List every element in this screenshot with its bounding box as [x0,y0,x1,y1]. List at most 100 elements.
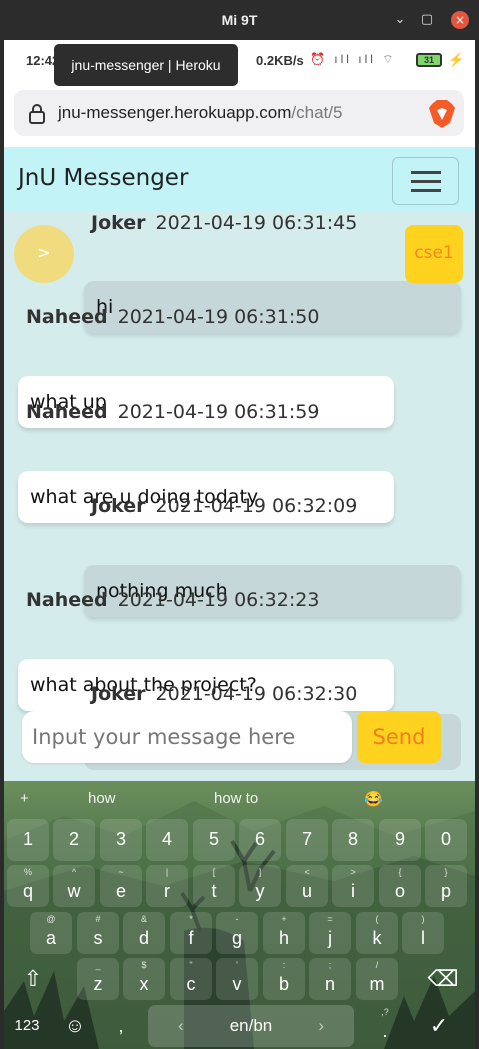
key-p[interactable]: } p [425,865,467,907]
sender-name: Joker [91,212,146,234]
key-label: 3 [115,829,126,849]
avatar[interactable]: > [14,225,74,283]
key-h[interactable]: + h [263,912,305,954]
key-s[interactable]: # s [77,912,119,954]
key-l[interactable]: ) l [402,912,444,954]
key-hint: / [375,960,379,970]
suggestion-word[interactable]: how [88,790,116,807]
key-r[interactable]: | r [146,865,188,907]
key-label: e [115,881,126,901]
group-badge[interactable]: cse1 [405,225,463,283]
key-hint: ,? [381,1007,389,1017]
backspace-key[interactable]: ⌫ [422,958,464,1000]
brave-lion-icon[interactable] [428,99,456,129]
key-label: f [188,928,194,948]
key-e[interactable]: ~ e [100,865,142,907]
navbar: JnU Messenger [4,147,475,211]
key-hint: ; [328,960,332,970]
key-hint: > [350,867,356,877]
suggestion-word[interactable]: how to [214,790,258,807]
key-label: u [301,881,312,901]
key-m[interactable]: / m [356,958,398,1000]
comma-key[interactable]: , [100,1005,142,1047]
chevron-right-icon: › [318,1016,324,1035]
key-6[interactable]: 6 [239,819,281,861]
key-k[interactable]: (k [356,912,398,954]
key-label: z [93,974,103,994]
key-9[interactable]: 9 [379,819,421,861]
close-button[interactable]: × [451,11,469,29]
key-label: v [232,974,242,994]
period-key[interactable]: ,?. [364,1005,406,1047]
key-w[interactable]: ^ w [53,865,95,907]
key-u[interactable]: < u [286,865,328,907]
key-x[interactable]: $ x [123,958,165,1000]
key-b[interactable]: :b [263,958,305,1000]
key-hint: & [140,914,147,924]
key-5[interactable]: 5 [193,819,235,861]
address-bar[interactable]: jnu-messenger.herokuapp.com/chat/5 [14,90,464,136]
key-label: . [382,1021,388,1041]
key-c[interactable]: " c [170,958,212,1000]
key-y[interactable]: ] y [239,865,281,907]
message-time: 2021-04-19 06:31:45 [155,212,358,234]
space-bar[interactable]: ‹ en/bn › [148,1005,354,1047]
url-text[interactable]: jnu-messenger.herokuapp.com/chat/5 [58,103,342,123]
enter-check-icon[interactable]: ✓ [418,1005,460,1047]
suggestion-emoji[interactable]: 😂 [364,790,383,808]
key-0[interactable]: 0 [425,819,467,861]
key-hint: + [281,914,287,924]
shift-key[interactable]: ⇧ [12,958,54,1000]
menu-toggle-button[interactable] [392,157,459,205]
key-hint: ) [421,914,425,924]
key-i[interactable]: > i [332,865,374,907]
key-g[interactable]: -g [216,912,258,954]
message-meta: Naheed 2021-04-19 06:32:23 [26,589,319,611]
key-hint: ~ [118,867,124,877]
key-z[interactable]: _ z [77,958,119,1000]
key-1[interactable]: 1 [7,819,49,861]
key-label: r [164,881,170,901]
key-8[interactable]: 8 [332,819,374,861]
key-hint: | [165,867,169,877]
message-input[interactable] [22,711,352,763]
key-j[interactable]: = j [309,912,351,954]
key-7[interactable]: 7 [286,819,328,861]
key-label: g [231,928,242,948]
key-label: t [211,881,217,901]
emoji-key[interactable]: ☺ [54,1005,96,1047]
key-3[interactable]: 3 [100,819,142,861]
key-q[interactable]: % q [7,865,49,907]
key-o[interactable]: {o [379,865,421,907]
key-a[interactable]: @ a [30,912,72,954]
minimize-button[interactable]: ⌄ [391,11,409,29]
battery-icon: 31 [416,53,442,67]
key-2[interactable]: 2 [53,819,95,861]
url-host: jnu-messenger.herokuapp.com [58,103,292,122]
message-time: 2021-04-19 06:31:50 [117,306,320,328]
key-label: m [369,974,385,994]
message-meta: Naheed 2021-04-19 06:31:59 [26,401,319,423]
key-n[interactable]: ; n [309,958,351,1000]
key-hint: ' [236,960,238,970]
key-4[interactable]: 4 [146,819,188,861]
suggestion-add[interactable]: + [20,790,29,807]
brand-title[interactable]: JnU Messenger [18,165,188,191]
key-t[interactable]: [t [193,865,235,907]
key-hint: _ [95,960,101,970]
key-label: 7 [301,829,312,849]
key-hint: # [95,914,101,924]
numbers-mode-key[interactable]: 123 [6,1005,48,1047]
tab-tooltip: jnu-messenger | Heroku [54,44,238,86]
key-label: j [328,928,332,948]
chat-app: JnU Messenger Joker 2021-04-19 06:31:45 h… [4,147,475,781]
send-button[interactable]: Send [357,711,441,763]
message-meta: Joker 2021-04-19 06:31:45 [91,212,357,234]
key-f[interactable]: * f [170,912,212,954]
maximize-button[interactable]: ▢ [418,11,436,29]
key-hint: { [398,867,402,877]
key-label: o [394,881,405,901]
url-path: /chat/5 [291,103,343,122]
key-d[interactable]: & d [123,912,165,954]
key-v[interactable]: ' v [216,958,258,1000]
